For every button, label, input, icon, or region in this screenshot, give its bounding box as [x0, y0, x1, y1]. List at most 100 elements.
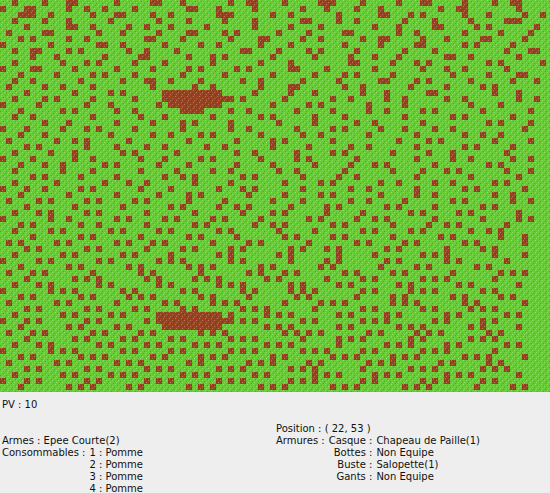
grass-tile [474, 228, 486, 234]
dirt-tile [534, 96, 540, 102]
dirt-tile [276, 120, 282, 126]
grass-tile [78, 156, 90, 162]
grass-tile [120, 120, 150, 126]
grass-tile [24, 132, 42, 138]
dirt-tile [282, 96, 288, 102]
dirt-tile [354, 294, 360, 300]
dirt-tile [348, 282, 354, 288]
dirt-tile [510, 198, 516, 204]
grass-tile [348, 114, 402, 120]
grass-tile [96, 186, 138, 192]
grass-tile [222, 252, 228, 258]
grass-tile [78, 0, 114, 6]
grass-tile [414, 288, 420, 294]
grass-tile [96, 234, 138, 240]
grass-tile [492, 162, 498, 168]
dirt-tile [378, 42, 384, 48]
dirt-tile [354, 6, 360, 12]
grass-tile [120, 0, 150, 6]
grass-tile [162, 276, 192, 282]
dirt-tile [36, 342, 42, 348]
dirt-tile [180, 306, 186, 312]
dirt-tile [288, 288, 294, 294]
dirt-tile [186, 54, 192, 60]
dirt-tile [288, 312, 294, 318]
grass-tile [438, 318, 444, 324]
dirt-tile [210, 156, 216, 162]
grass-tile [390, 78, 414, 84]
dirt-tile [444, 276, 450, 282]
grass-tile [102, 318, 144, 324]
dirt-tile [228, 282, 234, 288]
grass-tile [132, 294, 138, 300]
dirt-tile [258, 132, 264, 138]
grass-tile [198, 210, 240, 216]
dirt-tile [402, 300, 408, 306]
grass-tile [132, 48, 144, 54]
dirt-tile [6, 240, 12, 246]
grass-tile [114, 90, 120, 96]
dirt-tile [450, 126, 456, 132]
grass-tile [60, 54, 102, 60]
dirt-tile [300, 282, 306, 288]
grass-tile [156, 120, 180, 126]
grass-tile [510, 222, 540, 228]
dirt-tile [108, 282, 114, 288]
dirt-tile [480, 246, 486, 252]
grass-tile [0, 174, 30, 180]
dirt-tile [192, 306, 198, 312]
dirt-tile [414, 132, 420, 138]
grass-tile [192, 192, 198, 198]
dirt-tile [432, 24, 444, 30]
grass-tile [234, 318, 240, 324]
grass-tile [48, 0, 66, 6]
dirt-tile [48, 288, 54, 294]
grass-tile [426, 336, 468, 342]
grass-tile [150, 342, 156, 348]
dirt-tile [396, 138, 402, 144]
dirt-tile [504, 66, 510, 72]
grass-tile [420, 30, 462, 36]
dirt-tile [30, 36, 36, 42]
grass-tile [198, 276, 204, 282]
grass-tile [198, 342, 204, 348]
dirt-tile [12, 342, 18, 348]
grass-tile [78, 108, 114, 114]
dirt-tile [18, 192, 24, 198]
grass-tile [354, 336, 360, 342]
dirt-tile [30, 270, 36, 276]
grass-tile [366, 210, 408, 216]
dirt-tile [252, 6, 258, 12]
dirt-tile [222, 72, 228, 78]
grass-tile [54, 216, 66, 222]
grass-tile [54, 42, 96, 48]
dirt-tile [492, 192, 498, 198]
dirt-tile [390, 234, 396, 240]
dirt-tile [96, 306, 102, 312]
grass-tile [48, 18, 66, 24]
grass-tile [444, 138, 492, 144]
dirt-tile [294, 168, 300, 174]
grass-tile [0, 192, 18, 198]
dirt-tile [72, 204, 78, 210]
dirt-tile [492, 306, 498, 312]
dirt-tile [228, 246, 234, 252]
dirt-tile [126, 324, 132, 330]
grass-tile [486, 324, 516, 330]
grass-tile [138, 150, 174, 156]
dirt-tile [0, 348, 6, 354]
grass-tile [6, 288, 48, 294]
grass-tile [378, 228, 408, 234]
dirt-tile [216, 252, 222, 258]
grass-tile [108, 180, 126, 186]
grass-tile [528, 240, 534, 246]
dirt-tile [528, 48, 540, 54]
grass-tile [492, 330, 498, 336]
dirt-tile [198, 264, 204, 270]
grass-tile [156, 270, 198, 276]
grass-tile [378, 24, 396, 30]
grass-tile [450, 222, 456, 228]
grass-tile [324, 102, 366, 108]
dirt-tile [516, 324, 522, 330]
grass-tile [222, 276, 264, 282]
